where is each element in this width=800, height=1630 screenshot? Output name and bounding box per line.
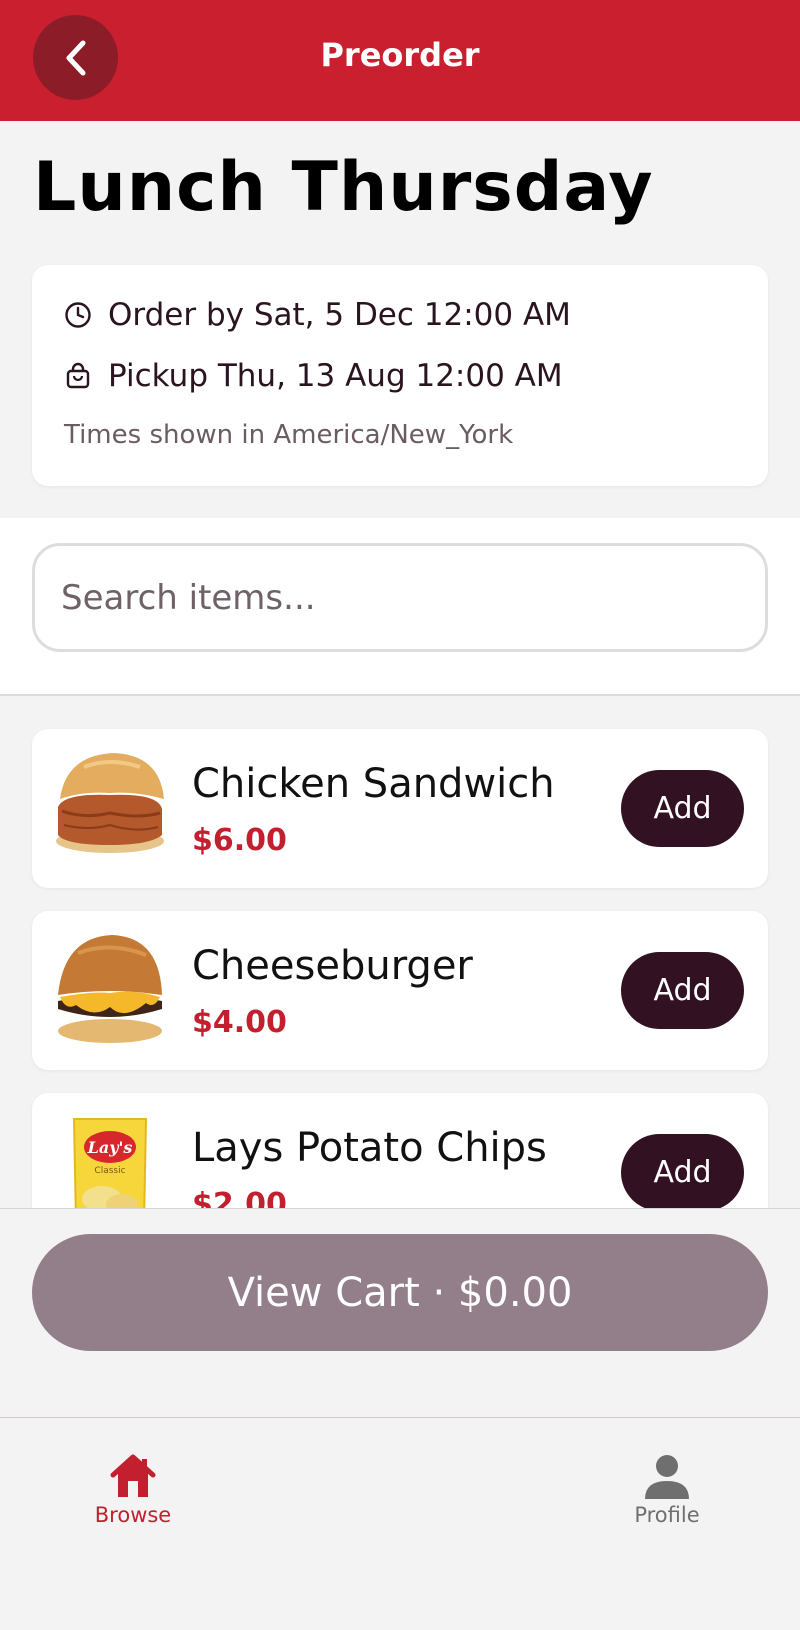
menu-item-list[interactable]: Chicken Sandwich $6.00 Add Cheeseburger … — [0, 698, 800, 1208]
search-input[interactable] — [32, 543, 768, 652]
page-title: Lunch Thursday — [33, 148, 654, 227]
person-icon — [645, 1455, 689, 1499]
shopping-bag-icon — [64, 362, 92, 390]
cart-bar: View Cart · $0.00 — [0, 1208, 800, 1418]
cheeseburger-image — [58, 935, 162, 1043]
add-to-cart-button[interactable]: Add — [621, 770, 744, 847]
clock-icon — [64, 301, 92, 329]
bottom-tab-bar: Browse Profile — [0, 1419, 800, 1630]
pickup-text: Pickup Thu, 13 Aug 12:00 AM — [108, 358, 563, 394]
item-price: $2.00 — [192, 1187, 287, 1208]
potato-chips-image: Lay's Classic — [72, 1118, 148, 1208]
order-by-text: Order by Sat, 5 Dec 12:00 AM — [108, 297, 571, 333]
chips-subtext: Classic — [94, 1166, 125, 1176]
order-by-row: Order by Sat, 5 Dec 12:00 AM — [64, 297, 571, 333]
item-price: $4.00 — [192, 1005, 287, 1040]
tab-label: Profile — [634, 1503, 700, 1527]
add-to-cart-button[interactable]: Add — [621, 952, 744, 1029]
view-cart-button[interactable]: View Cart · $0.00 — [32, 1234, 768, 1351]
chicken-sandwich-image — [56, 753, 164, 853]
menu-item-card[interactable]: Chicken Sandwich $6.00 Add — [32, 729, 768, 888]
item-price: $6.00 — [192, 823, 287, 858]
item-name: Chicken Sandwich — [192, 761, 555, 807]
pickup-row: Pickup Thu, 13 Aug 12:00 AM — [64, 358, 563, 394]
chips-logo-text: Lay's — [87, 1138, 133, 1157]
item-name: Cheeseburger — [192, 943, 473, 989]
add-to-cart-button[interactable]: Add — [621, 1134, 744, 1208]
menu-item-card[interactable]: Lay's Classic Lays Potato Chips $2.00 Ad… — [32, 1093, 768, 1208]
timezone-note: Times shown in America/New_York — [64, 420, 514, 450]
item-name: Lays Potato Chips — [192, 1125, 547, 1171]
tab-profile[interactable]: Profile — [597, 1453, 737, 1527]
top-app-bar: Preorder — [0, 0, 800, 121]
tab-label: Browse — [94, 1503, 172, 1527]
home-icon — [110, 1454, 156, 1497]
header-title: Preorder — [320, 36, 480, 74]
tab-browse[interactable]: Browse — [63, 1453, 203, 1527]
menu-item-card[interactable]: Cheeseburger $4.00 Add — [32, 911, 768, 1070]
